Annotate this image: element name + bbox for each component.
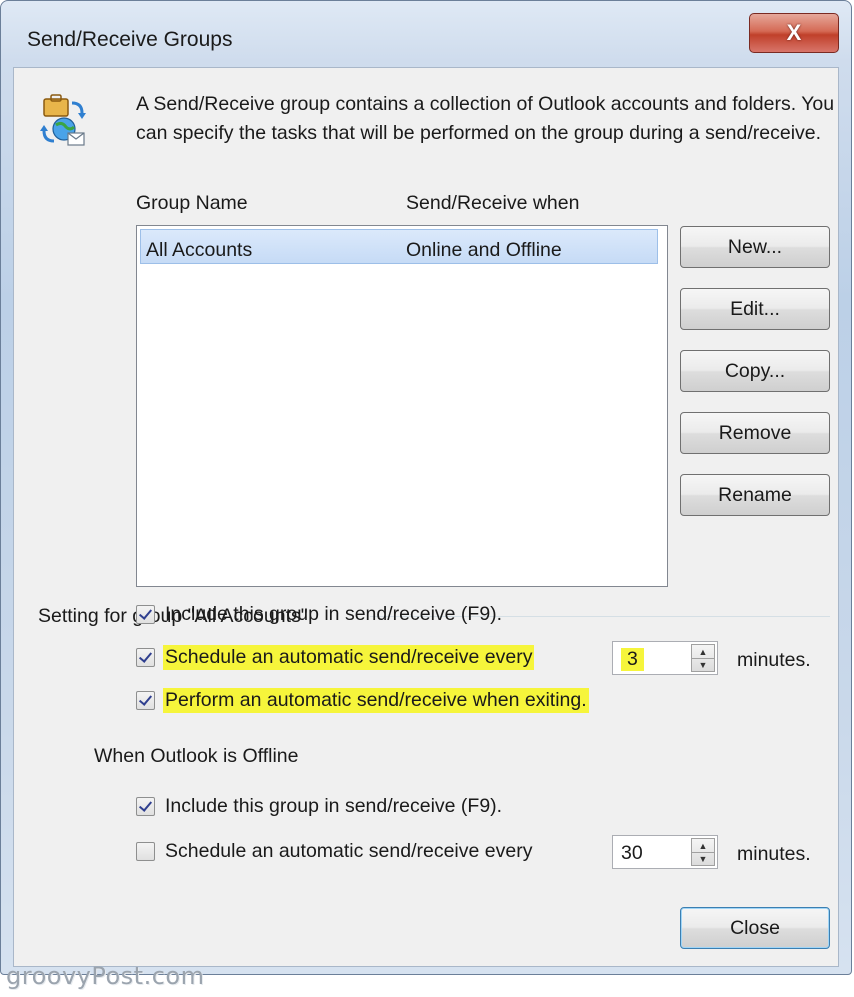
edit-button[interactable]: Edit...	[680, 288, 830, 330]
online-schedule-label: Schedule an automatic send/receive every	[163, 645, 535, 670]
remove-button[interactable]: Remove	[680, 412, 830, 454]
close-window-button[interactable]: X	[749, 13, 839, 53]
offline-schedule-option[interactable]: Schedule an automatic send/receive every	[136, 839, 534, 864]
title-bar: Send/Receive Groups X	[1, 1, 851, 67]
offline-schedule-checkbox[interactable]	[136, 842, 155, 861]
dialog-title: Send/Receive Groups	[27, 28, 233, 51]
offline-schedule-spinner[interactable]: ▲ ▼	[691, 838, 715, 866]
column-header-group-name: Group Name	[136, 192, 248, 214]
online-include-checkbox[interactable]	[136, 605, 155, 624]
copy-button[interactable]: Copy...	[680, 350, 830, 392]
watermark-logo: groovyPost.com	[6, 962, 205, 990]
online-exit-checkbox[interactable]	[136, 691, 155, 710]
offline-include-checkbox[interactable]	[136, 797, 155, 816]
column-header-send-receive-when: Send/Receive when	[406, 192, 580, 214]
group-name-cell: All Accounts	[146, 239, 253, 261]
offline-include-label: Include this group in send/receive (F9).	[165, 795, 503, 817]
dialog-body: A Send/Receive group contains a collecti…	[13, 67, 839, 967]
rename-button[interactable]: Rename	[680, 474, 830, 516]
offline-schedule-label: Schedule an automatic send/receive every	[165, 840, 533, 862]
online-minutes-label: minutes.	[737, 649, 811, 671]
close-button[interactable]: Close	[680, 907, 830, 949]
list-item-all-accounts[interactable]: All Accounts Online and Offline	[140, 229, 658, 264]
online-schedule-minutes-input[interactable]: 3 ▲ ▼	[612, 641, 718, 675]
up-arrow-icon[interactable]: ▲	[692, 839, 714, 853]
offline-schedule-minutes-input[interactable]: 30 ▲ ▼	[612, 835, 718, 869]
online-schedule-checkbox[interactable]	[136, 648, 155, 667]
dialog-window: Send/Receive Groups X A Send/Receive gro…	[0, 0, 852, 975]
send-receive-groups-icon	[40, 94, 86, 146]
down-arrow-icon[interactable]: ▼	[692, 852, 714, 865]
up-arrow-icon[interactable]: ▲	[692, 645, 714, 659]
online-exit-label: Perform an automatic send/receive when e…	[163, 688, 589, 713]
send-receive-when-cell: Online and Offline	[406, 239, 562, 261]
offline-minutes-label: minutes.	[737, 843, 811, 865]
offline-schedule-minutes-value: 30	[621, 842, 643, 864]
online-include-option[interactable]: Include this group in send/receive (F9).	[136, 602, 504, 627]
online-schedule-option[interactable]: Schedule an automatic send/receive every	[136, 645, 535, 670]
online-include-label: Include this group in send/receive (F9).	[165, 603, 503, 625]
online-exit-option[interactable]: Perform an automatic send/receive when e…	[136, 688, 589, 713]
offline-include-option[interactable]: Include this group in send/receive (F9).	[136, 794, 504, 819]
online-schedule-minutes-value: 3	[621, 648, 644, 671]
offline-section-title: When Outlook is Offline	[94, 745, 299, 767]
down-arrow-icon[interactable]: ▼	[692, 658, 714, 671]
online-schedule-spinner[interactable]: ▲ ▼	[691, 644, 715, 672]
group-list[interactable]: All Accounts Online and Offline	[136, 225, 668, 587]
dialog-description: A Send/Receive group contains a collecti…	[136, 93, 835, 144]
new-button[interactable]: New...	[680, 226, 830, 268]
